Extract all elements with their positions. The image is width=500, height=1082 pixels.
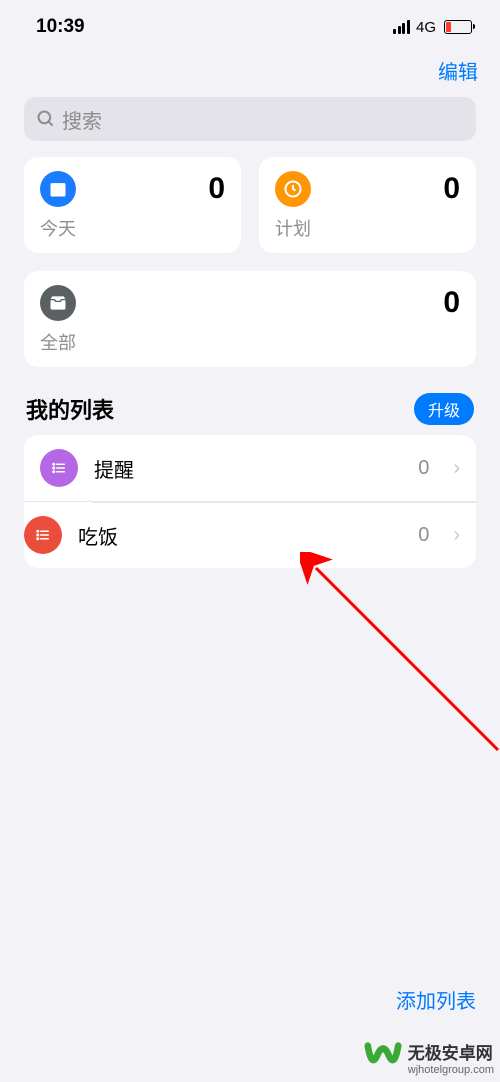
chevron-right-icon: › <box>453 524 460 547</box>
add-list-button[interactable]: 添加列表 <box>396 985 476 1014</box>
list-item[interactable]: 吃饭 0 › <box>24 501 476 568</box>
watermark-logo-icon <box>364 1041 402 1075</box>
list-name: 吃饭 <box>78 521 402 550</box>
section-title: 我的列表 <box>26 393 114 425</box>
watermark-url: wjhotelgroup.com <box>408 1064 494 1076</box>
calendar-icon <box>40 171 76 207</box>
list-bullet-icon <box>24 516 62 554</box>
chevron-right-icon: › <box>453 457 460 480</box>
today-count: 0 <box>208 172 225 206</box>
search-input[interactable]: 搜索 <box>24 97 476 141</box>
status-indicators: 4G <box>393 19 472 36</box>
annotation-arrow <box>300 552 500 762</box>
all-count: 0 <box>443 286 460 320</box>
status-time: 10:39 <box>36 16 85 38</box>
scheduled-label: 计划 <box>275 215 460 241</box>
list-name: 提醒 <box>94 454 402 483</box>
list-bullet-icon <box>40 449 78 487</box>
today-card[interactable]: 0 今天 <box>24 157 241 253</box>
toolbar: 编辑 <box>0 50 500 95</box>
upgrade-button[interactable]: 升级 <box>414 393 474 425</box>
all-card[interactable]: 0 全部 <box>24 271 476 367</box>
signal-icon <box>393 20 410 34</box>
my-lists: 提醒 0 › 吃饭 0 › <box>24 435 476 568</box>
search-placeholder: 搜索 <box>62 105 102 134</box>
search-icon <box>36 109 56 129</box>
scheduled-count: 0 <box>443 172 460 206</box>
today-label: 今天 <box>40 215 225 241</box>
clock-icon <box>275 171 311 207</box>
network-label: 4G <box>416 19 436 36</box>
status-bar: 10:39 4G <box>0 0 500 50</box>
list-count: 0 <box>418 457 429 480</box>
list-item[interactable]: 提醒 0 › <box>24 435 476 501</box>
inbox-icon <box>40 285 76 321</box>
battery-icon <box>444 20 472 34</box>
scheduled-card[interactable]: 0 计划 <box>259 157 476 253</box>
all-label: 全部 <box>40 329 460 355</box>
watermark: 无极安卓网 wjhotelgroup.com <box>364 1039 494 1076</box>
watermark-name: 无极安卓网 <box>408 1039 494 1064</box>
edit-button[interactable]: 编辑 <box>438 56 478 85</box>
list-count: 0 <box>418 524 429 547</box>
